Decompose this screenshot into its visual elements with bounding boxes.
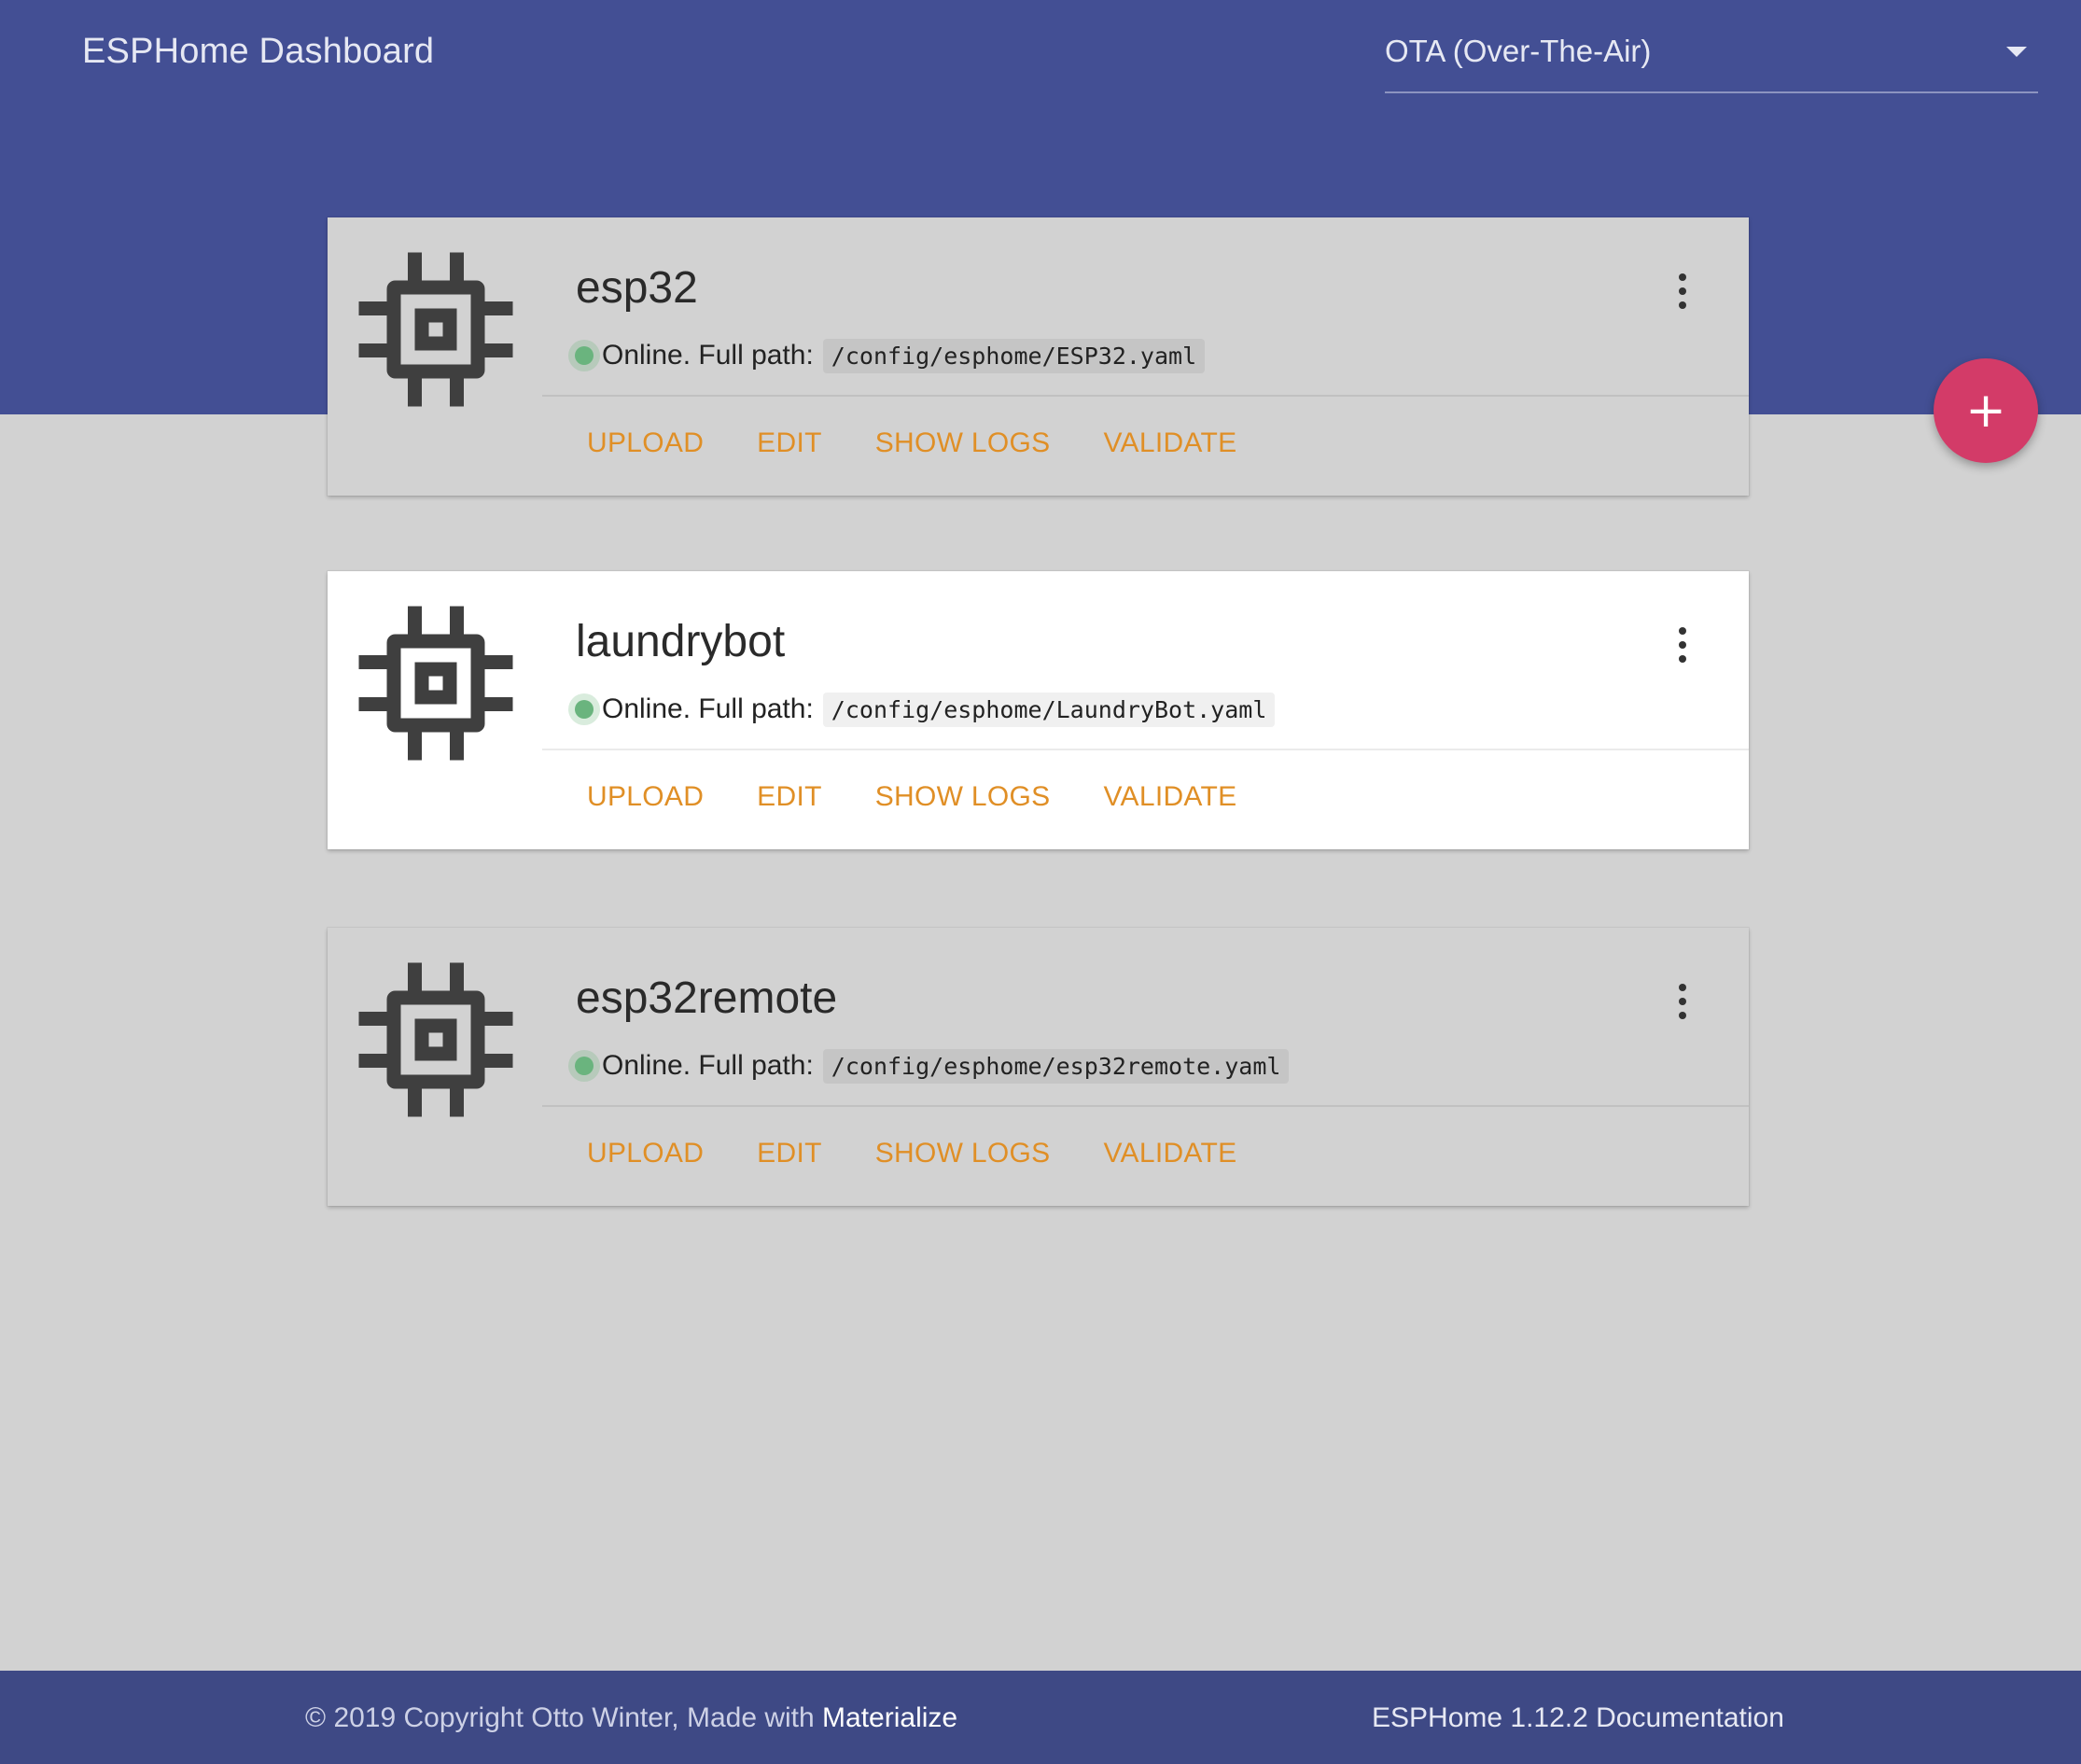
footer-copyright: © 2019 Copyright Otto Winter, Made with … xyxy=(305,1702,957,1734)
status-text: Online. Full path: xyxy=(602,340,814,371)
status-text: Online. Full path: xyxy=(602,693,814,724)
more-options-icon[interactable] xyxy=(1676,627,1689,665)
card-actions: UPLOAD EDIT SHOW LOGS VALIDATE xyxy=(587,781,1290,813)
device-name: esp32remote xyxy=(576,973,838,1023)
add-device-button[interactable]: + xyxy=(1934,358,2038,463)
online-status-dot-icon xyxy=(568,1050,600,1082)
chip-icon xyxy=(358,252,513,407)
validate-button[interactable]: VALIDATE xyxy=(1103,1138,1236,1169)
footer-version: ESPHome 1.12.2 Documentation xyxy=(1372,1702,1784,1734)
more-options-icon[interactable] xyxy=(1676,984,1689,1021)
show-logs-button[interactable]: SHOW LOGS xyxy=(875,427,1051,459)
plus-icon: + xyxy=(1965,383,2006,439)
copyright-text: © 2019 Copyright Otto Winter, Made with xyxy=(305,1702,815,1733)
online-status-dot-icon xyxy=(568,340,600,371)
device-status: Online. Full path: /config/esphome/Laund… xyxy=(568,691,1276,728)
config-path: /config/esphome/ESP32.yaml xyxy=(822,338,1206,373)
edit-button[interactable]: EDIT xyxy=(757,1138,822,1169)
config-path: /config/esphome/LaundryBot.yaml xyxy=(822,692,1276,727)
device-status: Online. Full path: /config/esphome/esp32… xyxy=(568,1047,1290,1085)
device-name: laundrybot xyxy=(576,617,786,666)
upload-button[interactable]: UPLOAD xyxy=(587,1138,704,1169)
version-text: ESPHome 1.12.2 xyxy=(1372,1702,1588,1733)
upload-button[interactable]: UPLOAD xyxy=(587,427,704,459)
chip-icon xyxy=(358,962,513,1117)
chip-icon xyxy=(358,606,513,761)
device-card-esp32remote: esp32remote Online. Full path: /config/e… xyxy=(328,928,1749,1206)
dropdown-caret-icon xyxy=(2006,47,2027,57)
card-divider xyxy=(542,749,1749,750)
config-path: /config/esphome/esp32remote.yaml xyxy=(822,1048,1290,1084)
documentation-link[interactable]: Documentation xyxy=(1596,1702,1784,1733)
edit-button[interactable]: EDIT xyxy=(757,427,822,459)
device-name: esp32 xyxy=(576,263,698,313)
card-actions: UPLOAD EDIT SHOW LOGS VALIDATE xyxy=(587,1138,1290,1169)
port-select-value: OTA (Over-The-Air) xyxy=(1385,34,1652,68)
edit-button[interactable]: EDIT xyxy=(757,781,822,813)
app-title: ESPHome Dashboard xyxy=(82,32,435,71)
validate-button[interactable]: VALIDATE xyxy=(1103,427,1236,459)
upload-port-select[interactable]: OTA (Over-The-Air) xyxy=(1385,28,2038,93)
card-divider xyxy=(542,395,1749,397)
card-divider xyxy=(542,1105,1749,1107)
device-card-esp32: esp32 Online. Full path: /config/esphome… xyxy=(328,217,1749,496)
more-options-icon[interactable] xyxy=(1676,273,1689,311)
upload-button[interactable]: UPLOAD xyxy=(587,781,704,813)
show-logs-button[interactable]: SHOW LOGS xyxy=(875,781,1051,813)
card-actions: UPLOAD EDIT SHOW LOGS VALIDATE xyxy=(587,427,1290,459)
status-text: Online. Full path: xyxy=(602,1050,814,1081)
device-card-laundrybot: laundrybot Online. Full path: /config/es… xyxy=(328,571,1749,849)
device-status: Online. Full path: /config/esphome/ESP32… xyxy=(568,337,1206,374)
validate-button[interactable]: VALIDATE xyxy=(1103,781,1236,813)
online-status-dot-icon xyxy=(568,693,600,725)
show-logs-button[interactable]: SHOW LOGS xyxy=(875,1138,1051,1169)
materialize-link[interactable]: Materialize xyxy=(822,1702,957,1733)
footer: © 2019 Copyright Otto Winter, Made with … xyxy=(0,1671,2081,1764)
